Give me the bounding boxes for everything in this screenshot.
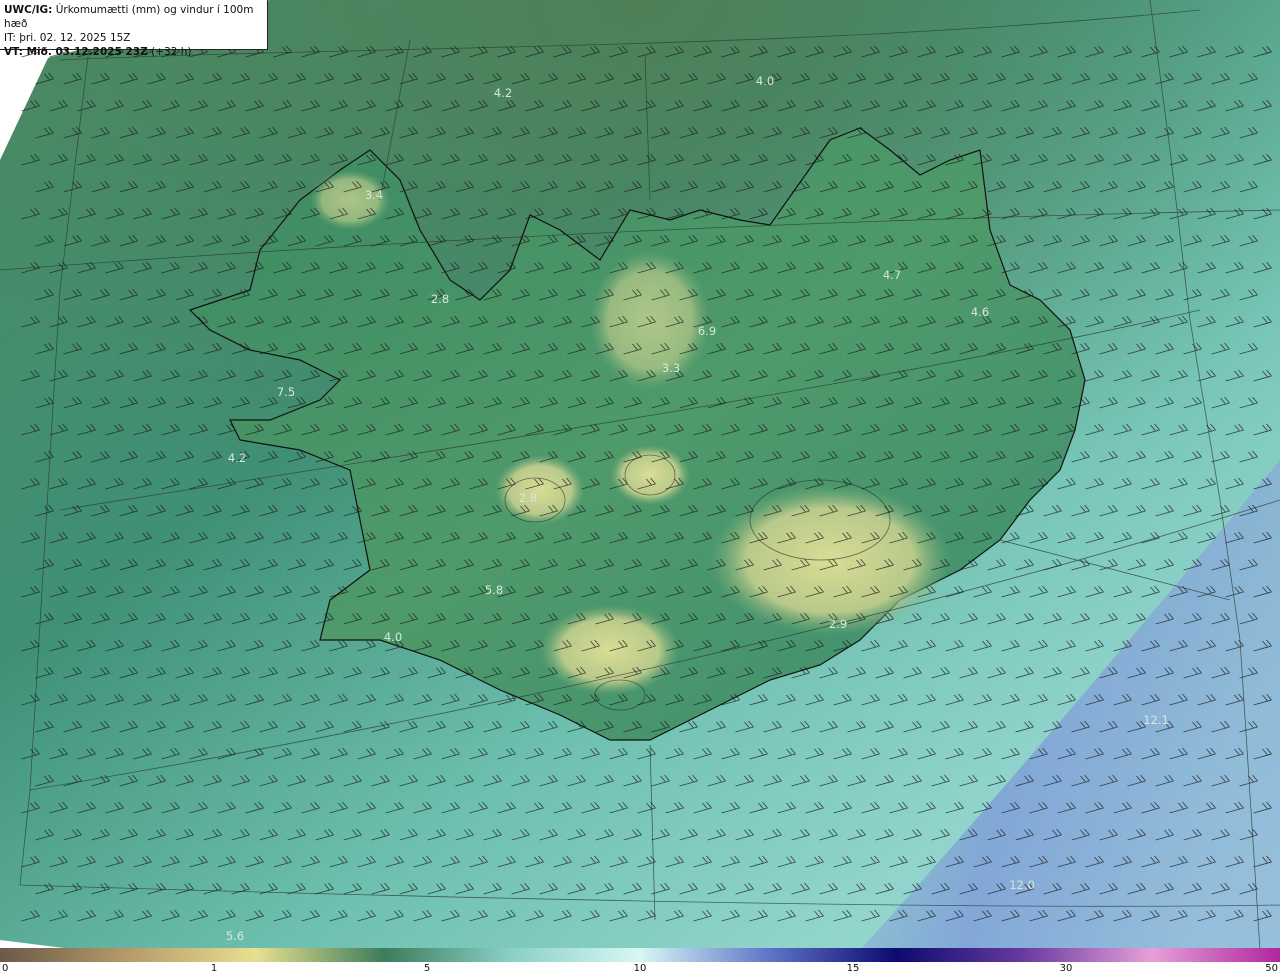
issue-time: IT: þri. 02. 12. 2025 15Z (4, 32, 131, 44)
value-label: 2.9 (829, 617, 847, 631)
colorbar-tick-label: 5 (423, 963, 431, 974)
colorbar-tick-label: 30 (1059, 963, 1073, 974)
colorbar-tick-label: 50 (1265, 963, 1278, 974)
value-label: 4.2 (494, 86, 512, 100)
value-label: 4.0 (756, 74, 774, 88)
value-label: 3.3 (662, 361, 680, 375)
colorbar-tick-label: 15 (846, 963, 860, 974)
value-label: 4.7 (883, 268, 901, 282)
colorbar-tick-label: 0 (2, 963, 9, 974)
colorbar-tick-label: 1 (210, 963, 218, 974)
value-label: 5.6 (226, 929, 244, 943)
value-label: 7.5 (277, 385, 295, 399)
value-label: 4.0 (384, 630, 402, 644)
value-label: 2.8 (519, 491, 537, 505)
value-label: 12.1 (1143, 713, 1169, 727)
map-header: UWC/IG: Úrkomumætti (mm) og vindur í 100… (0, 0, 268, 58)
value-label: 5.8 (485, 583, 503, 597)
value-label: 2.8 (431, 292, 449, 306)
precipitation-map: 4.2 4.0 3.4 4.7 4.6 6.9 3.3 7.5 2.8 4.2 … (0, 0, 1280, 950)
header-title: UWC/IG: Úrkomumætti (mm) og vindur í 100… (4, 4, 254, 30)
value-label: 12.0 (1009, 878, 1035, 892)
value-label: 4.2 (228, 451, 246, 465)
value-label: 4.6 (971, 305, 989, 319)
value-label: 6.9 (698, 324, 716, 338)
value-label: 3.4 (365, 188, 383, 202)
colorbar-ticks: 0 1 5 10 15 30 50 (0, 962, 1280, 978)
colorbar-tick-label: 10 (633, 963, 647, 974)
colorbar (0, 948, 1280, 962)
valid-time: VT: Mið. 03.12.2025 23Z (+32 h) (4, 46, 192, 58)
